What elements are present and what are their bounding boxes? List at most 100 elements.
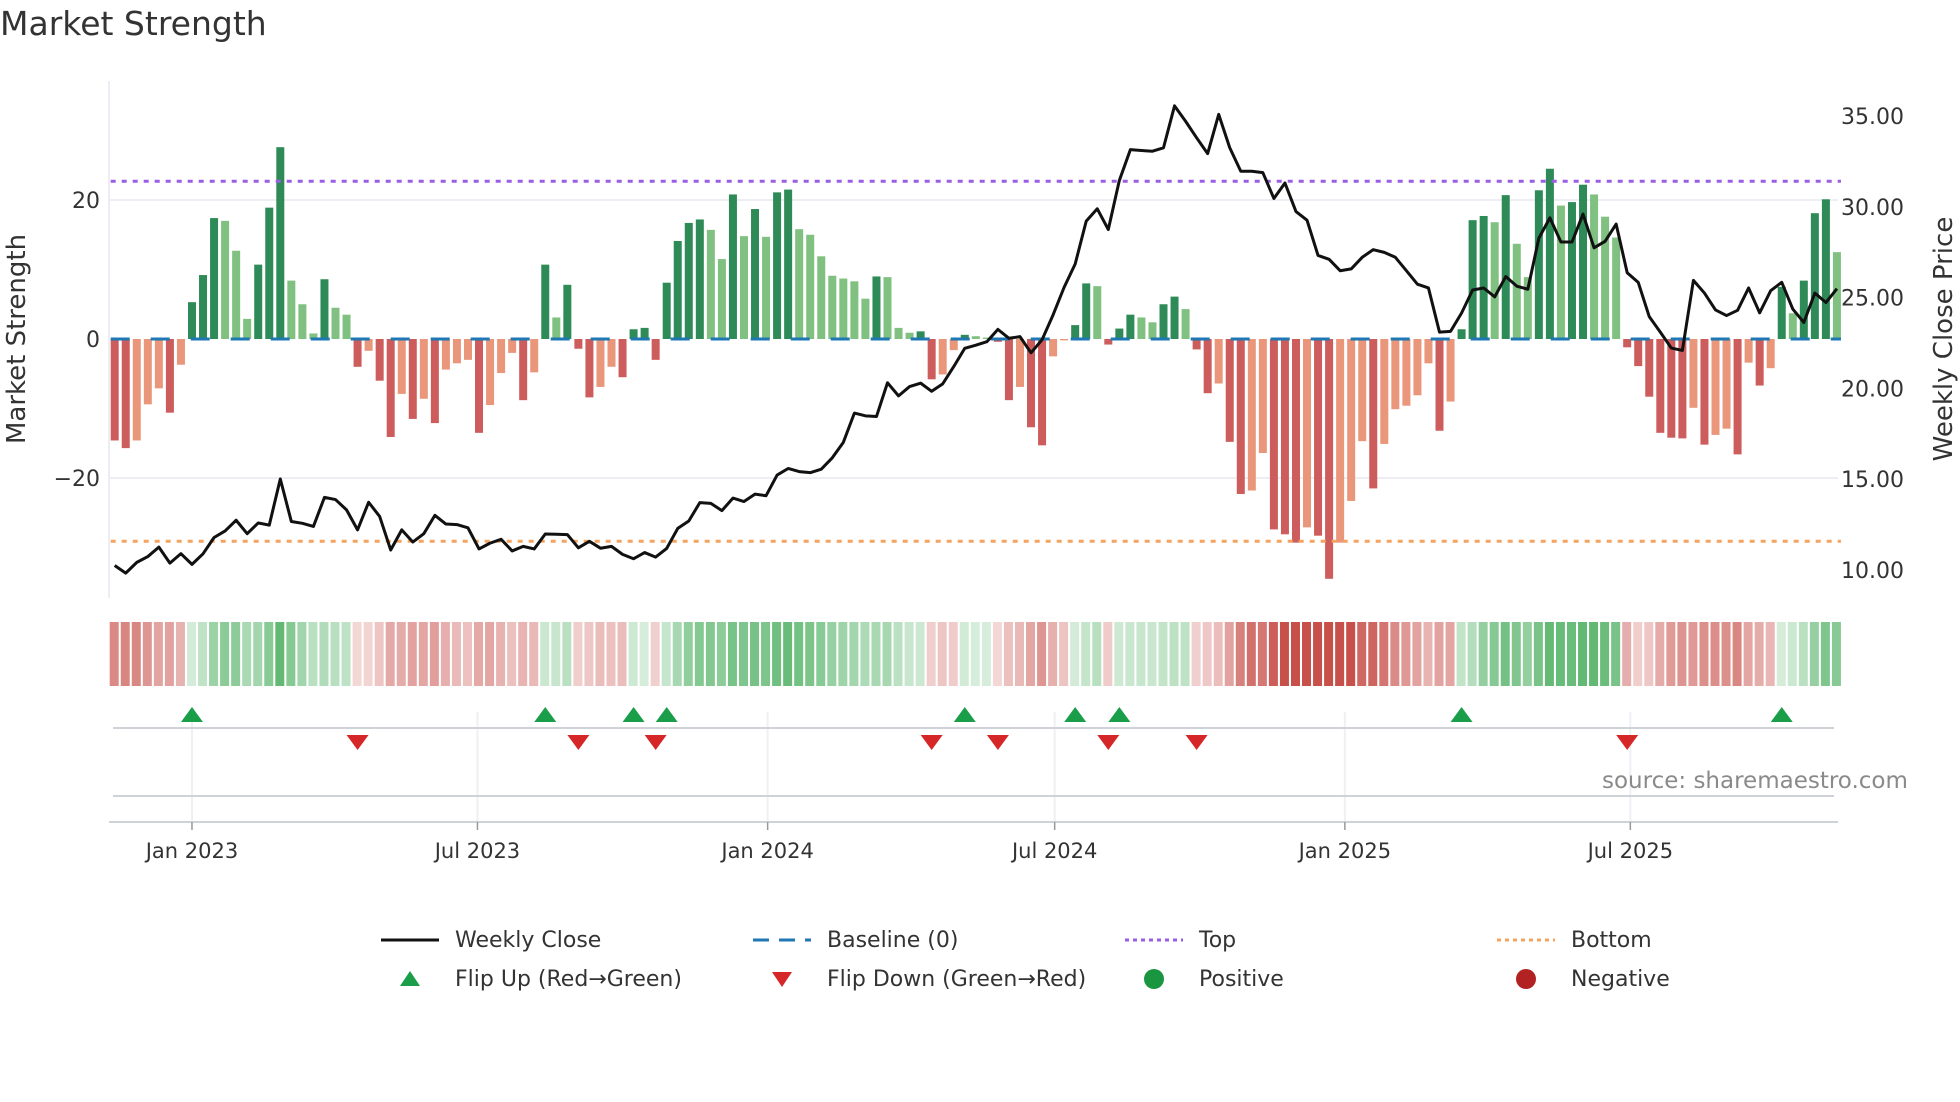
strength-bar (1004, 339, 1013, 401)
heat-cell (893, 622, 903, 686)
heat-cell (142, 622, 152, 686)
left-tick-label: 20 (72, 189, 100, 214)
heat-cell (1622, 622, 1632, 686)
heat-cell (1677, 622, 1687, 686)
heat-cell (937, 622, 947, 686)
x-tick-label: Jan 2023 (144, 839, 239, 863)
heat-cell (1125, 622, 1135, 686)
strength-bar (486, 339, 495, 406)
strength-bar (872, 276, 881, 339)
flip-up-icon (180, 707, 203, 722)
strength-bar (1126, 314, 1135, 339)
strength-bar (795, 229, 804, 339)
heat-cell (396, 622, 406, 686)
heat-cell (1578, 622, 1588, 686)
strength-bar (850, 281, 859, 339)
strength-bar (143, 339, 152, 405)
heat-cell (1257, 622, 1267, 686)
heat-cell (716, 622, 726, 686)
heat-cell (1544, 622, 1554, 686)
x-tick-label: Jul 2023 (433, 839, 520, 863)
heat-cell (1434, 622, 1444, 686)
strength-bar (187, 302, 196, 339)
heat-cell (1114, 622, 1124, 686)
heat-cell (429, 622, 439, 686)
heat-cell (1026, 622, 1036, 686)
heat-cell (816, 622, 826, 686)
strength-bar (596, 339, 605, 387)
strength-bar (1093, 286, 1102, 339)
heat-cell (1644, 622, 1654, 686)
heat-cell (1831, 622, 1841, 686)
heat-cell (518, 622, 528, 686)
strength-bar (154, 339, 163, 389)
strength-bar (1810, 213, 1819, 339)
strength-bar (508, 339, 517, 353)
strength-bar (938, 339, 947, 375)
heat-cell (617, 622, 627, 686)
heat-cell (1147, 622, 1157, 686)
heat-cell (705, 622, 715, 686)
strength-bar (1645, 339, 1654, 397)
strength-bar (1049, 339, 1058, 357)
heat-cell (1003, 622, 1013, 686)
heat-cell (198, 622, 208, 686)
heat-cell (1655, 622, 1665, 686)
heat-cell (186, 622, 196, 686)
heat-cell (1710, 622, 1720, 686)
strength-bar (452, 339, 461, 364)
strength-bar (728, 194, 737, 339)
heat-cell (1820, 622, 1830, 686)
heat-cell (860, 622, 870, 686)
strength-bar (1832, 252, 1841, 339)
strength-bar (375, 339, 384, 381)
flip-down-icon (1097, 735, 1120, 750)
strength-bar (1369, 339, 1378, 489)
strength-bar (1490, 222, 1499, 339)
source-label: source: sharemaestro.com (1602, 768, 1908, 794)
heat-cell (981, 622, 991, 686)
heat-cell (562, 622, 572, 686)
heat-cell (1423, 622, 1433, 686)
strength-bar (828, 275, 837, 339)
strength-bar (265, 207, 274, 339)
heat-cell (882, 622, 892, 686)
heat-cell (1489, 622, 1499, 686)
heat-cell (1368, 622, 1378, 686)
heat-cell (1765, 622, 1775, 686)
heat-cell (639, 622, 649, 686)
strength-bar (1634, 339, 1643, 367)
strength-bar (618, 339, 627, 378)
heat-cell (1048, 622, 1058, 686)
heat-cell (1666, 622, 1676, 686)
strength-bar (1766, 339, 1775, 369)
strength-bar (1545, 168, 1554, 339)
x-tick-label: Jan 2024 (719, 839, 814, 863)
strength-bar (1612, 237, 1621, 339)
heat-cell (1754, 622, 1764, 686)
strength-bar (475, 339, 484, 433)
strength-bar (706, 229, 715, 339)
heat-cell (220, 622, 230, 686)
heat-cell (1092, 622, 1102, 686)
strength-bar (1214, 339, 1223, 384)
right-tick-label: 15.00 (1841, 468, 1904, 493)
heat-cell (1213, 622, 1223, 686)
flip-down-icon (346, 735, 369, 750)
strength-bar (1579, 184, 1588, 339)
heat-cell (341, 622, 351, 686)
right-tick-label: 35.00 (1841, 105, 1904, 130)
strength-bar (651, 339, 660, 360)
heat-cell (451, 622, 461, 686)
strength-bar (1082, 283, 1091, 339)
strength-bar (1435, 339, 1444, 431)
strength-bar (1788, 313, 1797, 339)
heat-cell (253, 622, 263, 686)
strength-bar (1115, 328, 1124, 339)
heat-cell (970, 622, 980, 686)
heat-cell (1346, 622, 1356, 686)
strength-bar (563, 284, 572, 339)
heat-cell (871, 622, 881, 686)
heat-cell (1611, 622, 1621, 686)
right-tick-label: 10.00 (1841, 559, 1904, 584)
